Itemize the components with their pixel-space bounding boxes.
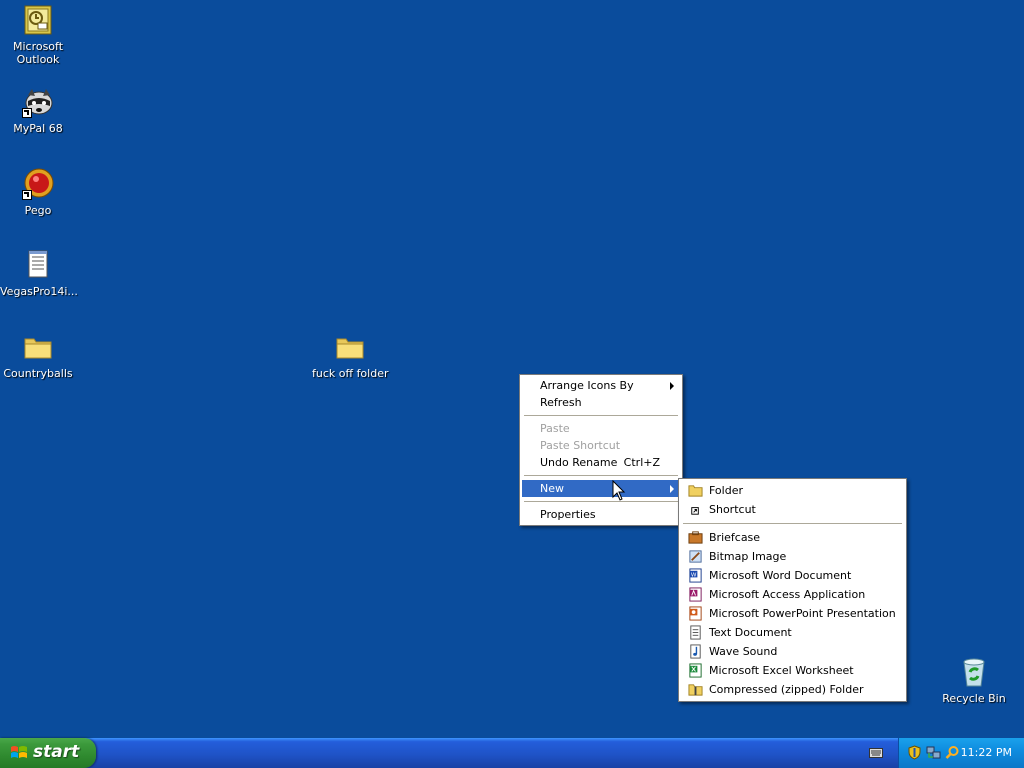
menu-item-label: Arrange Icons By: [540, 379, 634, 392]
menu-item-label: Briefcase: [709, 531, 761, 544]
desktop-icon-recycle-bin[interactable]: Recycle Bin: [936, 656, 1012, 705]
menu-item-label: Microsoft PowerPoint Presentation: [709, 607, 896, 620]
desktop-icon-label: Outlook: [16, 53, 60, 66]
excel-icon: [688, 663, 703, 678]
menu-item-label: Wave Sound: [709, 645, 778, 658]
menu-item-label: Paste: [540, 422, 570, 435]
raccoon-icon: [22, 86, 54, 118]
new-item-briefcase[interactable]: Briefcase: [681, 528, 904, 547]
desktop-icon-mypal[interactable]: MyPal 68: [0, 86, 76, 135]
menu-separator: [524, 501, 678, 502]
menu-item-arrange-icons-by[interactable]: Arrange Icons By: [522, 377, 680, 394]
desktop[interactable]: Microsoft Outlook MyPal 68 Pego VegasPro…: [0, 0, 1024, 768]
menu-item-label: Refresh: [540, 396, 582, 409]
desktop-icon-label: MyPal 68: [13, 122, 63, 135]
menu-item-label: Properties: [540, 508, 596, 521]
menu-item-label: Bitmap Image: [709, 550, 787, 563]
word-icon: W: [688, 568, 703, 583]
new-item-compressed-folder[interactable]: Compressed (zipped) Folder: [681, 680, 904, 699]
desktop-context-menu: Arrange Icons By Refresh Paste Paste Sho…: [519, 374, 683, 526]
system-tray: 11:22 PM: [898, 738, 1024, 768]
new-submenu: Folder Shortcut Briefcase Bitmap Image W: [678, 478, 907, 702]
menu-item-label: Shortcut: [709, 503, 756, 516]
menu-item-label: Compressed (zipped) Folder: [709, 683, 864, 696]
folder-icon: [688, 483, 703, 498]
recycle-bin-icon: [958, 656, 990, 688]
menu-item-paste-shortcut: Paste Shortcut: [522, 437, 680, 454]
bitmap-icon: [688, 549, 703, 564]
new-item-word-document[interactable]: W Microsoft Word Document: [681, 566, 904, 585]
desktop-icon-label: Recycle Bin: [942, 692, 1006, 705]
menu-item-label: Paste Shortcut: [540, 439, 621, 452]
submenu-arrow-icon: [670, 382, 674, 390]
desktop-icon-folder[interactable]: fuck off folder: [312, 331, 389, 380]
menu-item-undo-rename[interactable]: Undo Rename Ctrl+Z: [522, 454, 680, 471]
menu-item-shortcut: Ctrl+Z: [623, 456, 660, 469]
keyboard-icon[interactable]: [869, 748, 883, 758]
shortcut-arrow-icon: [22, 190, 32, 200]
menu-separator: [524, 415, 678, 416]
menu-item-paste: Paste: [522, 420, 680, 437]
desktop-icon-pego[interactable]: Pego: [0, 168, 76, 217]
menu-item-label: Microsoft Excel Worksheet: [709, 664, 854, 677]
new-item-excel-worksheet[interactable]: Microsoft Excel Worksheet: [681, 661, 904, 680]
desktop-icon-label: Pego: [24, 204, 52, 217]
wave-sound-icon: [688, 644, 703, 659]
pego-icon: [22, 168, 54, 200]
security-shield-icon[interactable]: [907, 745, 922, 760]
desktop-icon-outlook[interactable]: Microsoft Outlook: [0, 4, 76, 66]
new-item-text-document[interactable]: Text Document: [681, 623, 904, 642]
briefcase-icon: [688, 530, 703, 545]
taskbar: start 11:22 PM: [0, 738, 1024, 768]
new-item-shortcut[interactable]: Shortcut: [681, 500, 904, 519]
text-document-icon: [688, 625, 703, 640]
desktop-icon-label: fuck off folder: [312, 367, 389, 380]
shortcut-icon: [688, 502, 703, 517]
menu-item-label: Folder: [709, 484, 743, 497]
zip-folder-icon: [688, 682, 703, 697]
windows-logo-icon: [11, 746, 27, 758]
menu-separator: [683, 523, 902, 524]
folder-icon: [22, 331, 54, 363]
desktop-icon-label: VegasPro14i...: [0, 285, 78, 298]
menu-item-label: Microsoft Word Document: [709, 569, 852, 582]
new-item-powerpoint-presentation[interactable]: Microsoft PowerPoint Presentation: [681, 604, 904, 623]
desktop-icon-label: Countryballs: [3, 367, 73, 380]
desktop-icon-vegaspro[interactable]: VegasPro14i...: [0, 249, 78, 298]
mouse-cursor-icon: [612, 480, 626, 501]
start-button[interactable]: start: [0, 738, 96, 768]
text-file-icon: [22, 249, 54, 281]
shortcut-arrow-icon: [22, 108, 32, 118]
new-item-folder[interactable]: Folder: [681, 481, 904, 500]
menu-item-new[interactable]: New: [522, 480, 680, 497]
powerpoint-icon: [688, 606, 703, 621]
network-icon[interactable]: [926, 745, 941, 760]
new-item-bitmap-image[interactable]: Bitmap Image: [681, 547, 904, 566]
menu-separator: [524, 475, 678, 476]
desktop-icon-countryballs[interactable]: Countryballs: [0, 331, 76, 380]
outlook-icon: [22, 4, 54, 36]
menu-item-label: Text Document: [709, 626, 792, 639]
start-label: start: [33, 742, 80, 762]
folder-icon: [334, 331, 366, 363]
menu-item-label: Undo Rename: [540, 456, 618, 469]
new-item-access-application[interactable]: Microsoft Access Application: [681, 585, 904, 604]
clock[interactable]: 11:22 PM: [961, 746, 1012, 759]
menu-item-label: Microsoft Access Application: [709, 588, 866, 601]
new-item-wave-sound[interactable]: Wave Sound: [681, 642, 904, 661]
menu-item-refresh[interactable]: Refresh: [522, 394, 680, 411]
access-icon: [688, 587, 703, 602]
svg-text:W: W: [691, 572, 697, 578]
submenu-arrow-icon: [670, 485, 674, 493]
desktop-icon-label: Microsoft: [12, 40, 64, 53]
search-icon[interactable]: [945, 745, 960, 760]
menu-item-properties[interactable]: Properties: [522, 506, 680, 523]
menu-item-label: New: [540, 482, 564, 495]
